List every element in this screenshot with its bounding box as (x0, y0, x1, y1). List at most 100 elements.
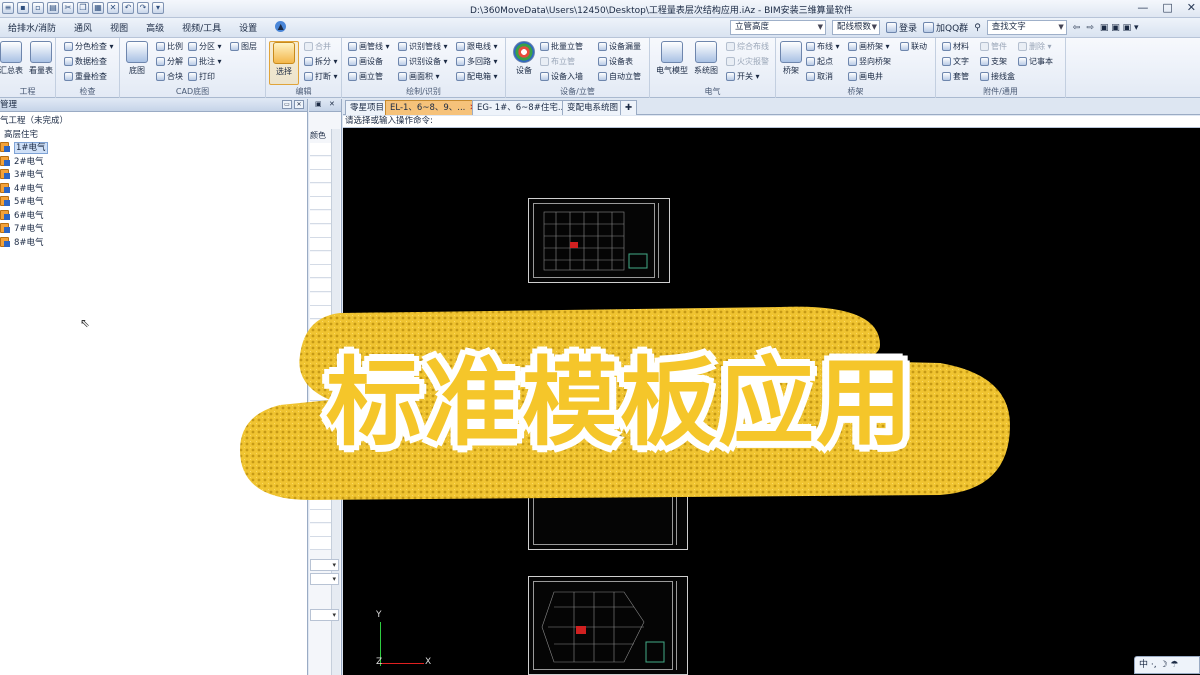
batch-riser-button[interactable]: 批量立管 (540, 41, 583, 52)
command-line[interactable]: 请选择或输入操作命令: (343, 116, 1200, 128)
view-table-button[interactable]: 看量表 (26, 41, 56, 76)
property-row[interactable] (310, 360, 332, 374)
fitting-button[interactable]: 管件 (980, 41, 1007, 52)
property-row[interactable] (310, 333, 332, 347)
property-row[interactable] (310, 251, 332, 265)
tab-ventilation[interactable]: 通风 (74, 21, 92, 34)
customize-icon[interactable]: ▾ (152, 2, 164, 14)
property-row[interactable] (310, 156, 332, 170)
system-diagram-button[interactable]: 系统图 (690, 41, 722, 76)
drawing-canvas[interactable]: Y X Z (343, 128, 1200, 675)
tab-view[interactable]: 视图 (110, 21, 128, 34)
tab-new[interactable]: ✚ (620, 100, 638, 115)
delete-icon[interactable]: ✕ (107, 2, 119, 14)
tab-eg-drawing[interactable]: EG- 1#、6~8#住宅... (472, 100, 571, 115)
property-dropdown[interactable]: ▾ (310, 559, 339, 571)
electrical-model-button[interactable]: 电气模型 (654, 41, 690, 76)
tab-substation-diagram[interactable]: 变配电系统图 (562, 100, 624, 115)
paste-icon[interactable]: ▦ (92, 2, 104, 14)
property-row[interactable] (310, 292, 332, 306)
material-button[interactable]: 材料 (942, 41, 969, 52)
recognize-device-button[interactable]: 识别设备 ▾ (398, 56, 448, 67)
property-row[interactable] (310, 537, 332, 551)
property-scrollbar[interactable] (331, 129, 340, 675)
property-row[interactable] (310, 279, 332, 292)
distribution-box-button[interactable]: 配电箱 ▾ (456, 71, 498, 82)
join-button[interactable]: 合并 (304, 41, 331, 52)
select-button[interactable]: 选择 (269, 41, 299, 85)
tab-video-tools[interactable]: 视频/工具 (182, 21, 221, 34)
tree-item[interactable]: 4#电气 (0, 182, 307, 197)
recognize-pipe-button[interactable]: 识别管线 ▾ (398, 41, 448, 52)
property-row[interactable] (310, 415, 332, 428)
property-row[interactable] (310, 183, 332, 197)
switch-button[interactable]: 开关 ▾ (726, 71, 760, 82)
print-preview-icon[interactable]: ▫ (32, 2, 44, 14)
find-text-input[interactable]: 查找文字 ▼ (986, 20, 1067, 35)
route-button[interactable]: 布线 ▾ (806, 41, 840, 52)
tab-settings[interactable]: 设置 (239, 21, 257, 34)
property-row[interactable] (310, 238, 332, 252)
close-icon[interactable]: ✕ (294, 100, 304, 109)
vertical-tray-button[interactable]: 竖向桥架 (848, 56, 891, 67)
multi-circuit-button[interactable]: 多回路 ▾ (456, 56, 498, 67)
fire-alarm-button[interactable]: 火灾报警 (726, 56, 769, 67)
panel-close-icon[interactable]: ✕ (329, 100, 335, 108)
support-button[interactable]: 支架 (980, 56, 1007, 67)
redo-icon[interactable]: ↷ (137, 2, 149, 14)
tree-item[interactable]: 3#电气 (0, 169, 307, 183)
draw-device-button[interactable]: 画设备 (348, 56, 383, 67)
property-row[interactable] (310, 428, 332, 442)
place-riser-button[interactable]: 布立管 (540, 56, 575, 67)
panel-pin-icon[interactable]: ▣ (315, 100, 322, 108)
property-row[interactable] (310, 510, 332, 524)
property-row[interactable] (310, 469, 332, 483)
print-button[interactable]: 打印 (188, 71, 215, 82)
property-dropdown[interactable]: ▾ (310, 573, 339, 585)
minimize-button[interactable]: — (1137, 2, 1148, 14)
property-row[interactable] (310, 387, 332, 401)
summary-table-button[interactable]: 汇总表 (0, 41, 26, 76)
property-row[interactable] (310, 347, 332, 360)
tree-item[interactable]: 2#电气 (0, 155, 307, 170)
tree-project-node[interactable]: 气工程（未完成） (0, 115, 307, 129)
wire-count-combo[interactable]: 配线根数 ▼ (832, 20, 880, 35)
maximize-button[interactable]: □ (1162, 2, 1172, 14)
pin-icon[interactable]: ▭ (282, 100, 292, 109)
draw-riser-button[interactable]: 画立管 (348, 71, 383, 82)
overlap-check-button[interactable]: 重叠检查 (64, 71, 107, 82)
notepad-button[interactable]: 记事本 (1018, 56, 1053, 67)
zone-button[interactable]: 分区 ▾ (188, 41, 222, 52)
tree-item[interactable]: 6#电气 (0, 209, 307, 224)
save-icon[interactable]: ▪ (17, 2, 29, 14)
copy-icon[interactable]: ❐ (77, 2, 89, 14)
property-row[interactable] (310, 442, 332, 456)
app-icon[interactable]: ≡ (2, 2, 14, 14)
draw-shaft-button[interactable]: 画电井 (848, 71, 883, 82)
tray-button[interactable]: 桥架 (776, 41, 806, 76)
tree-item[interactable]: 7#电气 (0, 223, 307, 237)
window-icons[interactable]: ▣ ▣ ▣ ▾ (1100, 23, 1139, 33)
property-row[interactable] (310, 455, 332, 469)
drawing-sheet[interactable] (528, 198, 670, 283)
auto-riser-button[interactable]: 自动立管 (598, 71, 641, 82)
tree-item[interactable]: 1#电气 (0, 142, 307, 156)
login-button[interactable]: 登录 (886, 21, 917, 34)
tree-item[interactable]: 8#电气 (0, 236, 307, 251)
riser-height-combo[interactable]: 立管高度 ▼ (730, 20, 826, 35)
property-row[interactable] (310, 265, 332, 279)
binoculars-icon[interactable]: ⚲ (974, 23, 981, 33)
property-row[interactable] (310, 306, 332, 320)
layer-button[interactable]: 图层 (230, 41, 257, 52)
follow-wire-button[interactable]: 跟电线 ▾ (456, 41, 498, 52)
tab-misc-items[interactable]: 零星项目 (345, 100, 390, 115)
property-row[interactable] (310, 197, 332, 211)
ime-toolbar[interactable]: 中 ·, ☽ ☂ (1134, 656, 1200, 674)
cabling-button[interactable]: 综合布线 (726, 41, 769, 52)
drawing-sheet[interactable] (528, 576, 688, 675)
tree-item[interactable]: 5#电气 (0, 196, 307, 210)
property-row[interactable] (310, 143, 332, 156)
device-button[interactable]: 设备 (509, 41, 539, 76)
property-row[interactable] (310, 374, 332, 388)
property-row[interactable] (310, 224, 332, 238)
